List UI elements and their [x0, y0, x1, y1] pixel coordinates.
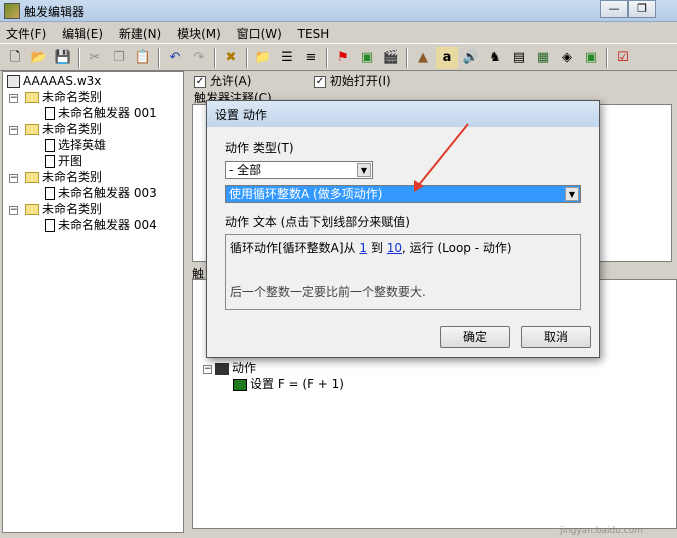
watermark-url: jingyan.baidu.com — [559, 526, 643, 536]
annotation-arrow — [414, 123, 469, 192]
watermark-logo: Baidu经验 — [542, 498, 657, 523]
